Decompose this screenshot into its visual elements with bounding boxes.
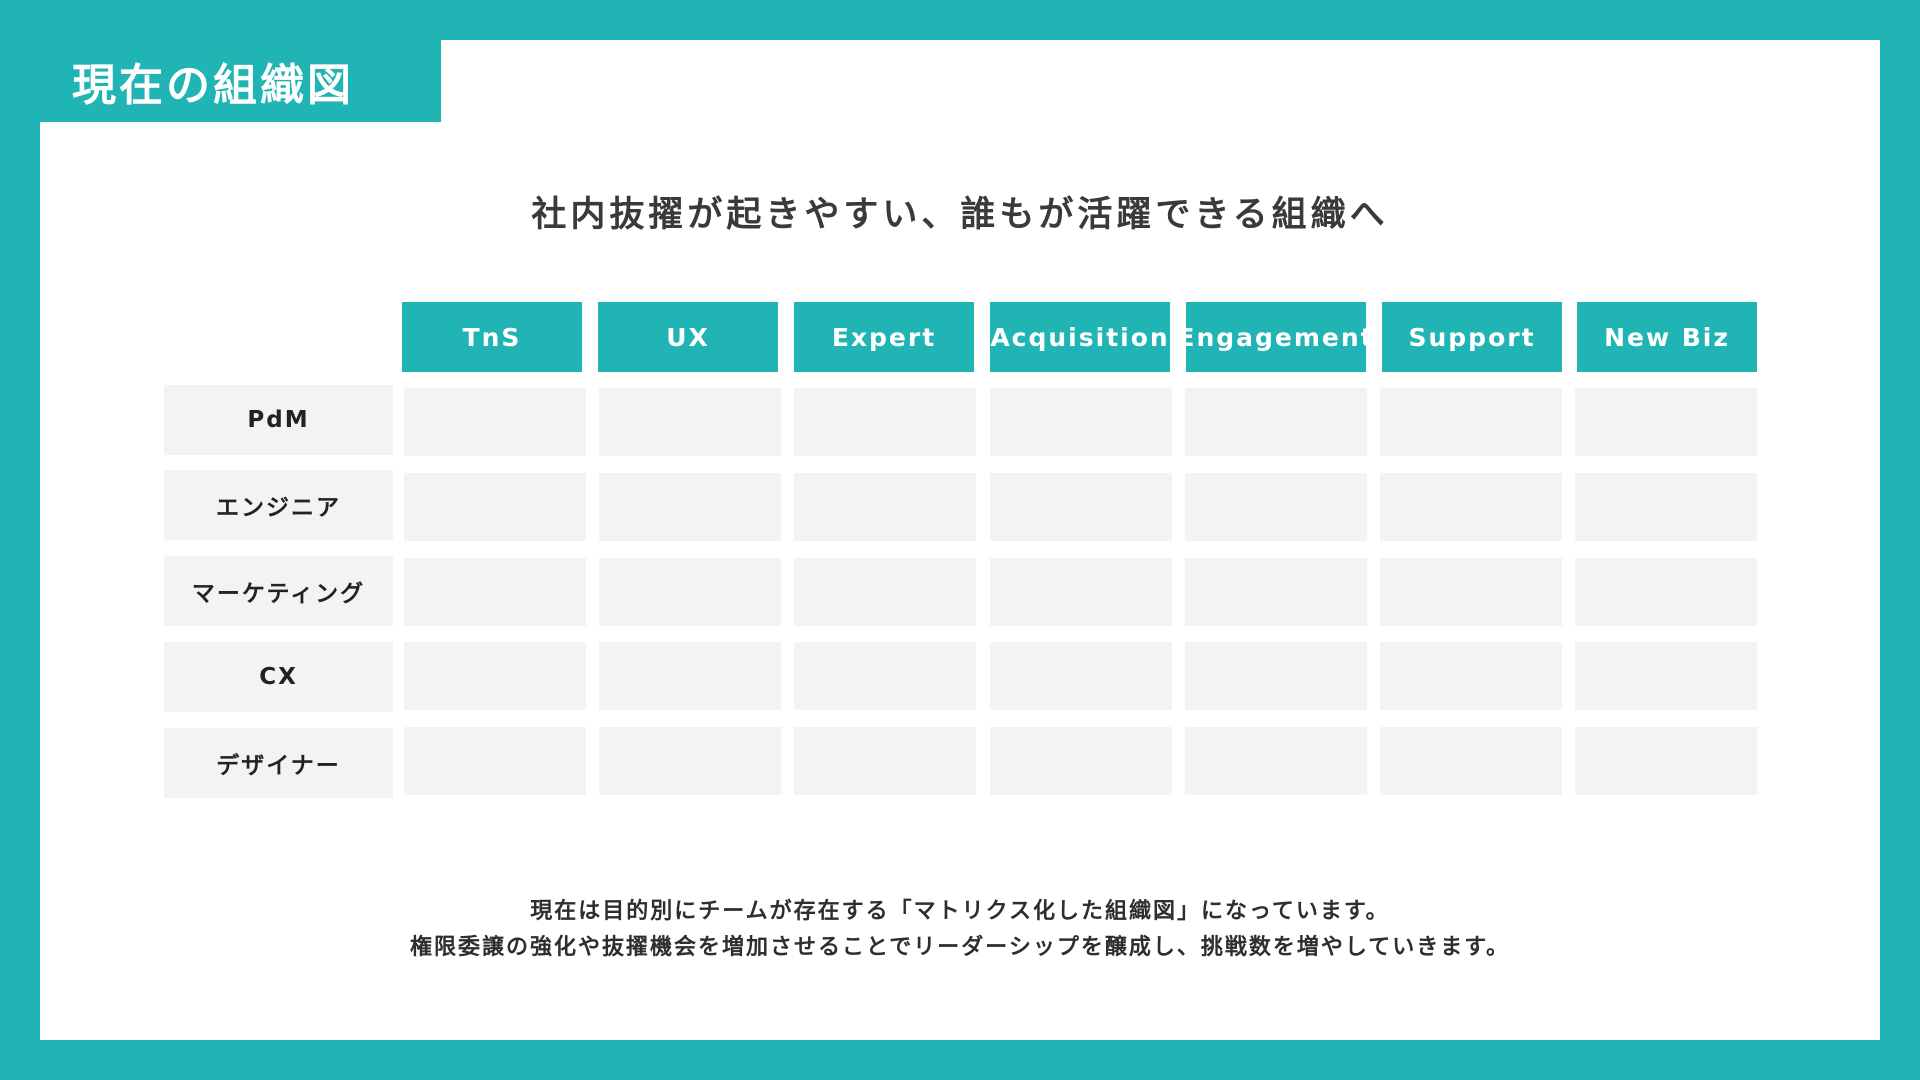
matrix-cell (404, 558, 586, 626)
matrix-cell (404, 642, 586, 710)
matrix-cell (599, 642, 781, 710)
matrix-cell (1380, 558, 1562, 626)
column-header-new-biz: New Biz (1577, 302, 1757, 372)
row-label-engineer: エンジニア (164, 470, 393, 540)
matrix-cell (1575, 642, 1757, 710)
matrix-cell (599, 473, 781, 541)
column-header-support: Support (1382, 302, 1562, 372)
matrix-cell (599, 727, 781, 795)
matrix-cell (1380, 388, 1562, 456)
page-title: 現在の組織図 (40, 40, 441, 122)
footer-line-1: 現在は目的別にチームが存在する「マトリクス化した組織図」になっています。 (530, 899, 1390, 924)
matrix-cell (990, 388, 1172, 456)
matrix-cell (1185, 388, 1367, 456)
matrix-cell (599, 388, 781, 456)
matrix-cell (1575, 558, 1757, 626)
matrix-cell (794, 727, 976, 795)
row-label-pdm: PdM (164, 385, 393, 455)
matrix-cell (1380, 727, 1562, 795)
slide-subtitle: 社内抜擢が起きやすい、誰もが活躍できる組織へ (531, 195, 1389, 235)
matrix-cell (1185, 473, 1367, 541)
row-label-marketing: マーケティング (164, 556, 393, 626)
matrix-cell (794, 473, 976, 541)
matrix-cell (794, 558, 976, 626)
matrix-cell (1185, 558, 1367, 626)
footer-line-2: 権限委譲の強化や抜擢機会を増加させることでリーダーシップを醸成し、挑戦数を増やし… (409, 935, 1511, 960)
column-header-ux: UX (598, 302, 778, 372)
matrix-cell (990, 558, 1172, 626)
matrix-cell (1185, 642, 1367, 710)
row-label-designer: デザイナー (164, 728, 393, 798)
matrix-cell (990, 727, 1172, 795)
matrix-cell (990, 642, 1172, 710)
column-header-expert: Expert (794, 302, 974, 372)
column-header-engagement: Engagement (1177, 302, 1373, 372)
matrix-cell (990, 473, 1172, 541)
matrix-cell (404, 473, 586, 541)
column-header-tns: TnS (402, 302, 582, 372)
matrix-cell (1185, 727, 1367, 795)
matrix-cell (1575, 727, 1757, 795)
matrix-cell (404, 388, 586, 456)
matrix-cell (1380, 642, 1562, 710)
matrix-cell (404, 727, 586, 795)
matrix-cell (1380, 473, 1562, 541)
matrix-cell (794, 388, 976, 456)
column-header-acquisition: Acquisition (990, 302, 1170, 372)
matrix-cell (1575, 388, 1757, 456)
matrix-cell (599, 558, 781, 626)
matrix-cell (794, 642, 976, 710)
row-label-cx: CX (164, 642, 393, 712)
matrix-cell (1575, 473, 1757, 541)
